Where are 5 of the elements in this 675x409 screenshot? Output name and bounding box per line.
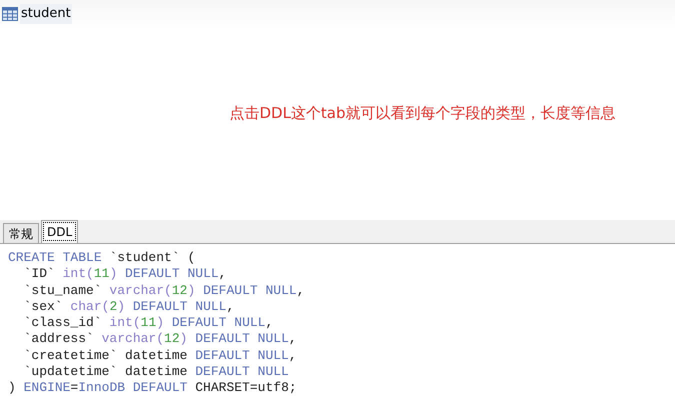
tab[interactable]: 常规 (3, 223, 39, 243)
table-name: student (20, 4, 72, 24)
tab[interactable]: DDL (41, 220, 78, 243)
annotation-text: 点击DDL这个tab就可以看到每个字段的类型，长度等信息 (229, 103, 616, 124)
table-icon (2, 7, 18, 21)
